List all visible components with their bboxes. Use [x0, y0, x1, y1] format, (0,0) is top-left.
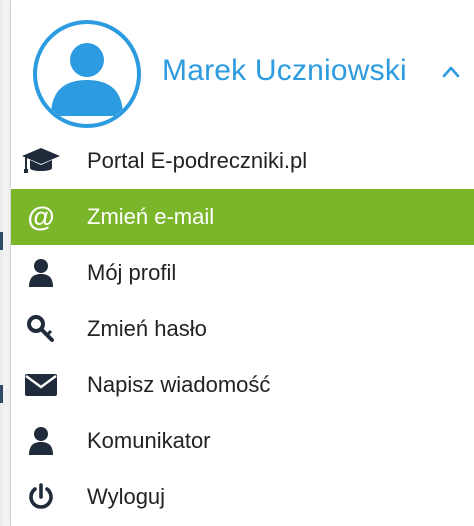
user-icon — [19, 256, 63, 290]
menu-item-write-message[interactable]: Napisz wiadomość — [11, 357, 474, 413]
background-panel-edge — [0, 0, 10, 526]
user-avatar-icon[interactable] — [33, 20, 141, 128]
background-edge-marker — [0, 232, 3, 250]
power-icon — [19, 480, 63, 514]
menu-item-label: Napisz wiadomość — [87, 372, 271, 397]
at-sign-icon: @ — [27, 201, 55, 232]
background-edge-marker — [0, 385, 3, 403]
graduation-cap-icon — [19, 144, 63, 178]
menu-item-portal-e-podreczniki[interactable]: Portal E-podreczniki.pl — [11, 133, 474, 189]
menu-item-messenger[interactable]: Komunikator — [11, 413, 474, 469]
page: Marek Uczniowski Portal E-podreczniki.pl… — [0, 0, 474, 526]
key-icon — [19, 312, 63, 346]
menu-item-label: Zmień hasło — [87, 316, 207, 341]
user-name[interactable]: Marek Uczniowski — [162, 54, 407, 88]
envelope-icon — [19, 368, 63, 402]
menu-item-change-password[interactable]: Zmień hasło — [11, 301, 474, 357]
user-dropdown-menu: Marek Uczniowski Portal E-podreczniki.pl… — [10, 0, 474, 526]
menu-item-logout[interactable]: Wyloguj — [11, 469, 474, 525]
menu-item-label: Komunikator — [87, 428, 211, 453]
menu-item-label: Mój profil — [87, 260, 177, 285]
user-menu-list: Portal E-podreczniki.pl @ Zmień e-mail M… — [11, 133, 474, 525]
menu-item-label: Portal E-podreczniki.pl — [87, 148, 308, 173]
menu-item-label: Wyloguj — [87, 484, 166, 509]
chevron-up-icon[interactable] — [441, 62, 461, 82]
user-icon — [19, 424, 63, 458]
menu-item-change-email[interactable]: @ Zmień e-mail — [11, 189, 474, 245]
menu-item-my-profile[interactable]: Mój profil — [11, 245, 474, 301]
user-menu-header[interactable]: Marek Uczniowski — [11, 0, 474, 140]
menu-item-label: Zmień e-mail — [87, 204, 215, 229]
